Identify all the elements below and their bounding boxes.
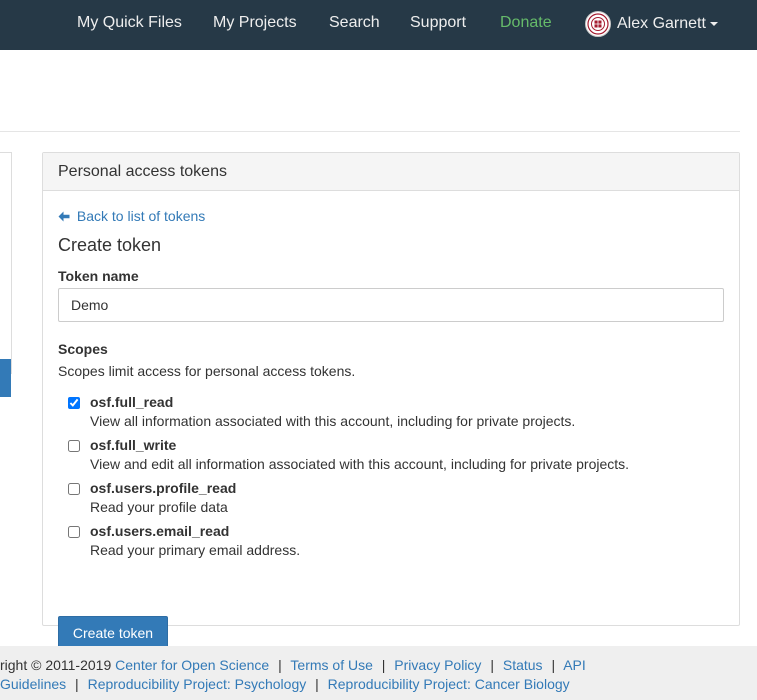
- scope-name: osf.users.profile_read: [90, 480, 237, 496]
- footer-link-guidelines[interactable]: Guidelines: [0, 676, 66, 692]
- header-divider: [0, 131, 740, 132]
- panel-heading: Personal access tokens: [43, 153, 739, 191]
- scopes-label: Scopes: [58, 341, 108, 357]
- scope-name: osf.users.email_read: [90, 523, 230, 539]
- nav-support[interactable]: Support: [410, 0, 466, 50]
- footer-link-rp-cancer[interactable]: Reproducibility Project: Cancer Biology: [328, 676, 570, 692]
- footer-copyright: right © 2011-2019: [0, 657, 112, 673]
- back-link-label: Back to list of tokens: [76, 208, 206, 224]
- footer-separator: |: [75, 676, 79, 692]
- scopes-help-text: Scopes limit access for personal access …: [58, 363, 356, 379]
- sidebar-active-item[interactable]: [0, 359, 11, 397]
- scope-full-write-checkbox[interactable]: [68, 440, 80, 452]
- nav-my-quick-files[interactable]: My Quick Files: [77, 0, 182, 50]
- footer-link-terms[interactable]: Terms of Use: [290, 657, 372, 673]
- back-to-tokens-link[interactable]: Back to list of tokens: [58, 208, 205, 224]
- create-token-title: Create token: [58, 235, 162, 255]
- scope-profile-read-checkbox[interactable]: [68, 483, 80, 495]
- scope-description: Read your primary email address.: [90, 542, 301, 558]
- nav-my-projects[interactable]: My Projects: [213, 0, 297, 50]
- footer-separator: |: [551, 657, 556, 673]
- footer-link-center[interactable]: Center for Open Science: [115, 657, 269, 673]
- top-navbar: My Quick Files My Projects Search Suppor…: [0, 0, 757, 50]
- footer-separator: |: [315, 676, 319, 692]
- avatar-seal-icon: [587, 13, 609, 35]
- token-name-input[interactable]: [58, 288, 724, 322]
- nav-search[interactable]: Search: [329, 0, 380, 50]
- footer-link-api[interactable]: API: [563, 657, 586, 673]
- footer-line-2: Guidelines | Reproducibility Project: Ps…: [0, 676, 570, 692]
- nav-donate[interactable]: Donate: [500, 0, 552, 50]
- footer-link-status[interactable]: Status: [503, 657, 543, 673]
- footer-link-rp-psychology[interactable]: Reproducibility Project: Psychology: [88, 676, 307, 692]
- scope-full-read-checkbox[interactable]: [68, 397, 80, 409]
- avatar: [585, 11, 611, 37]
- chevron-down-icon: [709, 22, 718, 26]
- nav-user-menu[interactable]: Alex Garnett: [585, 11, 718, 37]
- tokens-panel: Personal access tokens Back to list of t…: [42, 152, 740, 648]
- scope-name: osf.full_write: [90, 437, 177, 453]
- settings-sidebar: [0, 152, 12, 374]
- scope-description: Read your profile data: [90, 499, 228, 515]
- page-footer: right © 2011-2019 Center for Open Scienc…: [0, 646, 757, 700]
- create-token-button[interactable]: Create token: [58, 616, 168, 648]
- token-name-label: Token name: [58, 268, 139, 284]
- panel-heading-title: Personal access tokens: [58, 163, 227, 180]
- footer-line-1: right © 2011-2019 Center for Open Scienc…: [0, 657, 586, 673]
- footer-separator: |: [278, 657, 282, 673]
- scope-description: View and edit all information associated…: [90, 456, 630, 472]
- footer-separator: |: [381, 657, 386, 673]
- scope-email-read-checkbox[interactable]: [68, 526, 80, 538]
- scope-name: osf.full_read: [90, 394, 174, 410]
- footer-separator: |: [490, 657, 494, 673]
- scope-description: View all information associated with thi…: [90, 413, 576, 429]
- arrow-left-icon: [58, 211, 70, 222]
- footer-link-privacy[interactable]: Privacy Policy: [394, 657, 481, 673]
- user-name: Alex Garnett: [617, 15, 706, 32]
